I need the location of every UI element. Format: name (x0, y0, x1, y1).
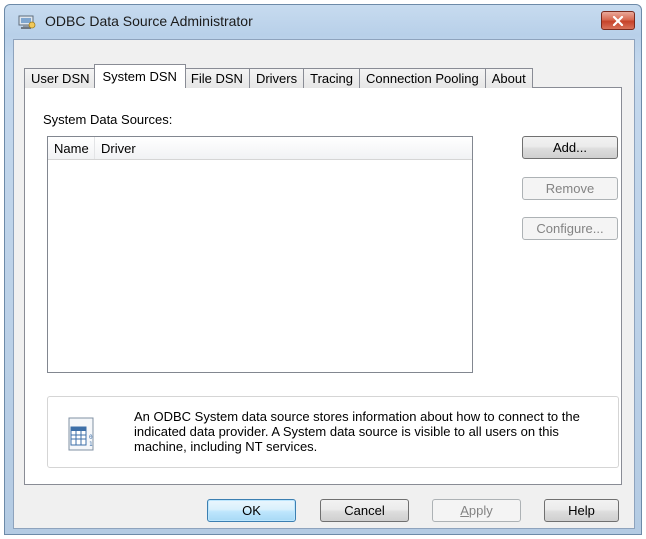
odbc-app-icon (18, 15, 36, 29)
odbc-window: ODBC Data Source Administrator User DSN … (4, 4, 642, 535)
column-header-name[interactable]: Name (48, 137, 95, 159)
help-button[interactable]: Help (544, 499, 619, 522)
remove-button[interactable]: Remove (522, 177, 618, 200)
cancel-button[interactable]: Cancel (320, 499, 409, 522)
tab-system-dsn[interactable]: System DSN (93, 64, 186, 88)
column-header-driver[interactable]: Driver (95, 137, 472, 159)
tab-drivers[interactable]: Drivers (248, 68, 305, 88)
tab-user-dsn[interactable]: User DSN (24, 68, 97, 88)
tab-tracing[interactable]: Tracing (303, 68, 360, 88)
apply-button[interactable]: Apply (432, 499, 521, 522)
data-sources-list[interactable]: Name Driver (47, 136, 473, 373)
add-button[interactable]: Add... (522, 136, 618, 159)
ok-button[interactable]: OK (207, 499, 296, 522)
tab-connection-pooling[interactable]: Connection Pooling (358, 68, 486, 88)
apply-label-rest: pply (468, 503, 493, 518)
data-source-icon: 0 1 (68, 417, 94, 451)
apply-accelerator: A (460, 503, 469, 518)
window-title: ODBC Data Source Administrator (45, 13, 253, 29)
close-x-icon (612, 15, 624, 26)
title-bar[interactable]: ODBC Data Source Administrator (5, 5, 641, 39)
tab-about[interactable]: About (484, 68, 533, 88)
close-button[interactable] (601, 11, 635, 30)
svg-text:1: 1 (89, 441, 93, 448)
info-description: An ODBC System data source stores inform… (134, 409, 580, 454)
configure-button[interactable]: Configure... (522, 217, 618, 240)
system-data-sources-label: System Data Sources: (43, 112, 173, 127)
svg-text:0: 0 (89, 434, 93, 441)
dialog-client-area: User DSN System DSN File DSN Drivers Tra… (13, 39, 635, 529)
tab-strip: User DSN System DSN File DSN Drivers Tra… (24, 64, 533, 88)
tab-file-dsn[interactable]: File DSN (183, 68, 250, 88)
list-header: Name Driver (48, 137, 472, 160)
info-box: 0 1 An ODBC System data source stores in… (47, 396, 619, 468)
